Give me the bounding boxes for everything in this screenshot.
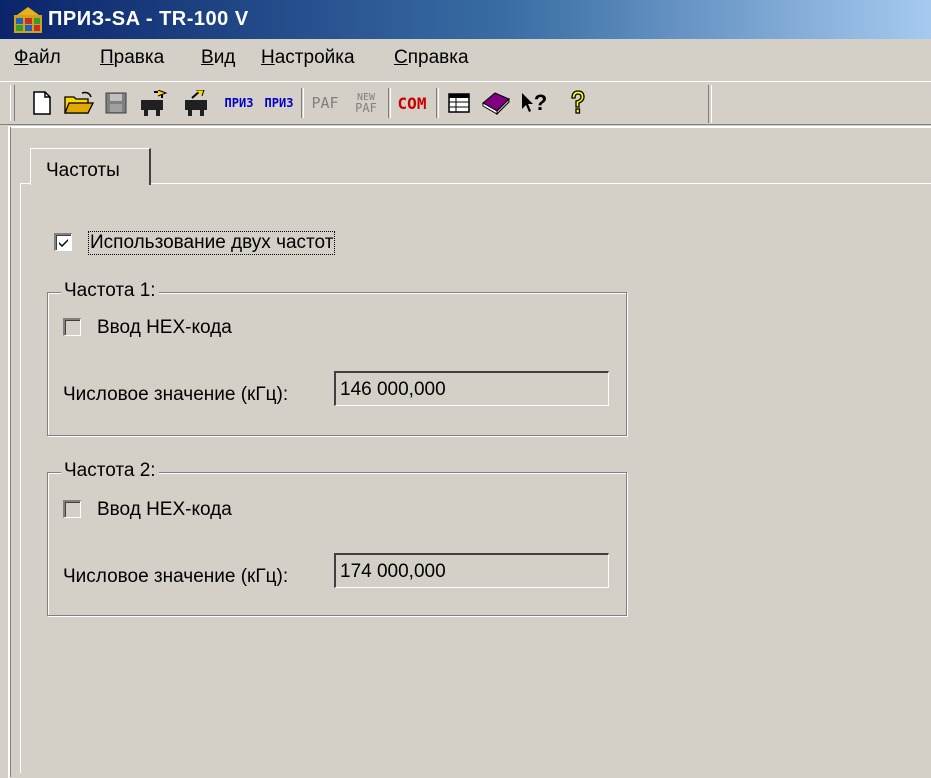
menu-view[interactable]: Вид (201, 47, 235, 69)
priz-read-icon[interactable]: ПРИЗ (222, 86, 256, 120)
read-device-icon[interactable] (137, 86, 169, 120)
com-port-icon[interactable]: COM (393, 86, 431, 120)
menu-help-accel: С (394, 47, 408, 68)
tab-panel-edge (20, 183, 21, 773)
about-icon[interactable] (563, 86, 593, 120)
paf-label: PAF (311, 94, 339, 112)
window-title: ПРИЗ-SA - TR-100 V (48, 8, 249, 30)
toolbar: ПРИЗ ПРИЗ PAF NEW PAF COM ? (0, 81, 931, 125)
menu-bar: Файл Правка Вид Настройка Справка (0, 39, 931, 79)
frequency-2-title: Частота 2: (61, 460, 159, 482)
frequency-1-title: Частота 1: (61, 280, 159, 302)
frequency-2-hex-label: Ввод HEX-кода (97, 499, 232, 520)
menu-settings[interactable]: Настройка (261, 47, 355, 69)
frequency-1-value-label: Числовое значение (кГц): (63, 384, 289, 405)
frequency-1-hex-checkbox[interactable] (63, 318, 81, 336)
frequency-1-hex-label: Ввод HEX-кода (97, 317, 232, 338)
dual-frequency-label[interactable]: Использование двух частот (88, 231, 336, 255)
save-disk-icon[interactable] (103, 86, 129, 120)
new-paf-bottom-label: PAF (355, 101, 377, 115)
menu-edit[interactable]: Правка (100, 47, 164, 69)
tab-strip-line (20, 183, 30, 184)
menu-file-accel: Ф (14, 47, 29, 68)
com-label: COM (397, 93, 427, 113)
menu-view-accel: В (201, 47, 214, 68)
menu-help[interactable]: Справка (394, 47, 469, 69)
menu-edit-accel: П (100, 47, 114, 68)
menu-view-label: ид (213, 47, 236, 68)
write-device-icon[interactable] (181, 86, 213, 120)
frequency-2-hex-checkbox[interactable] (63, 500, 81, 518)
priz-write-icon[interactable]: ПРИЗ (262, 86, 296, 120)
tab-frequencies-label: Частоты (46, 160, 120, 181)
checkmark-icon (59, 239, 68, 247)
context-help-mark: ? (533, 90, 548, 115)
menu-help-label: правка (407, 47, 469, 68)
dual-frequency-checkbox[interactable] (54, 233, 72, 251)
toolbar-separator (388, 88, 391, 118)
new-file-icon[interactable] (30, 86, 54, 120)
menu-file-label: айл (28, 47, 61, 68)
frequency-2-value-label: Числовое значение (кГц): (63, 566, 289, 587)
menu-file[interactable]: Файл (14, 47, 61, 69)
open-folder-icon[interactable] (63, 86, 95, 120)
context-help-icon[interactable]: ? (517, 86, 551, 120)
main-frame-shadow (10, 127, 931, 777)
menu-settings-label: астройка (274, 47, 355, 68)
title-bar[interactable]: ПРИЗ-SA - TR-100 V (0, 0, 931, 39)
priz-read-label: ПРИЗ (224, 96, 254, 110)
new-paf-icon[interactable]: NEW PAF (349, 86, 383, 120)
frequency-1-group (47, 292, 627, 436)
frequency-2-group (47, 472, 627, 616)
toolbar-grip[interactable] (10, 85, 15, 121)
paf-icon[interactable]: PAF (307, 86, 343, 120)
priz-write-label: ПРИЗ (264, 96, 294, 110)
frequency-1-value-input[interactable]: 146 000,000 (334, 371, 609, 406)
menu-settings-accel: Н (261, 47, 275, 68)
frequency-2-value-input[interactable]: 174 000,000 (334, 553, 609, 588)
toolbar-separator (301, 88, 304, 118)
app-icon (14, 7, 42, 33)
menu-edit-label: равка (113, 47, 165, 68)
tab-strip-line (148, 183, 931, 184)
book-icon[interactable] (479, 86, 513, 120)
table-icon[interactable] (445, 86, 473, 120)
toolbar-end-separator (708, 85, 712, 123)
toolbar-separator (436, 88, 439, 118)
